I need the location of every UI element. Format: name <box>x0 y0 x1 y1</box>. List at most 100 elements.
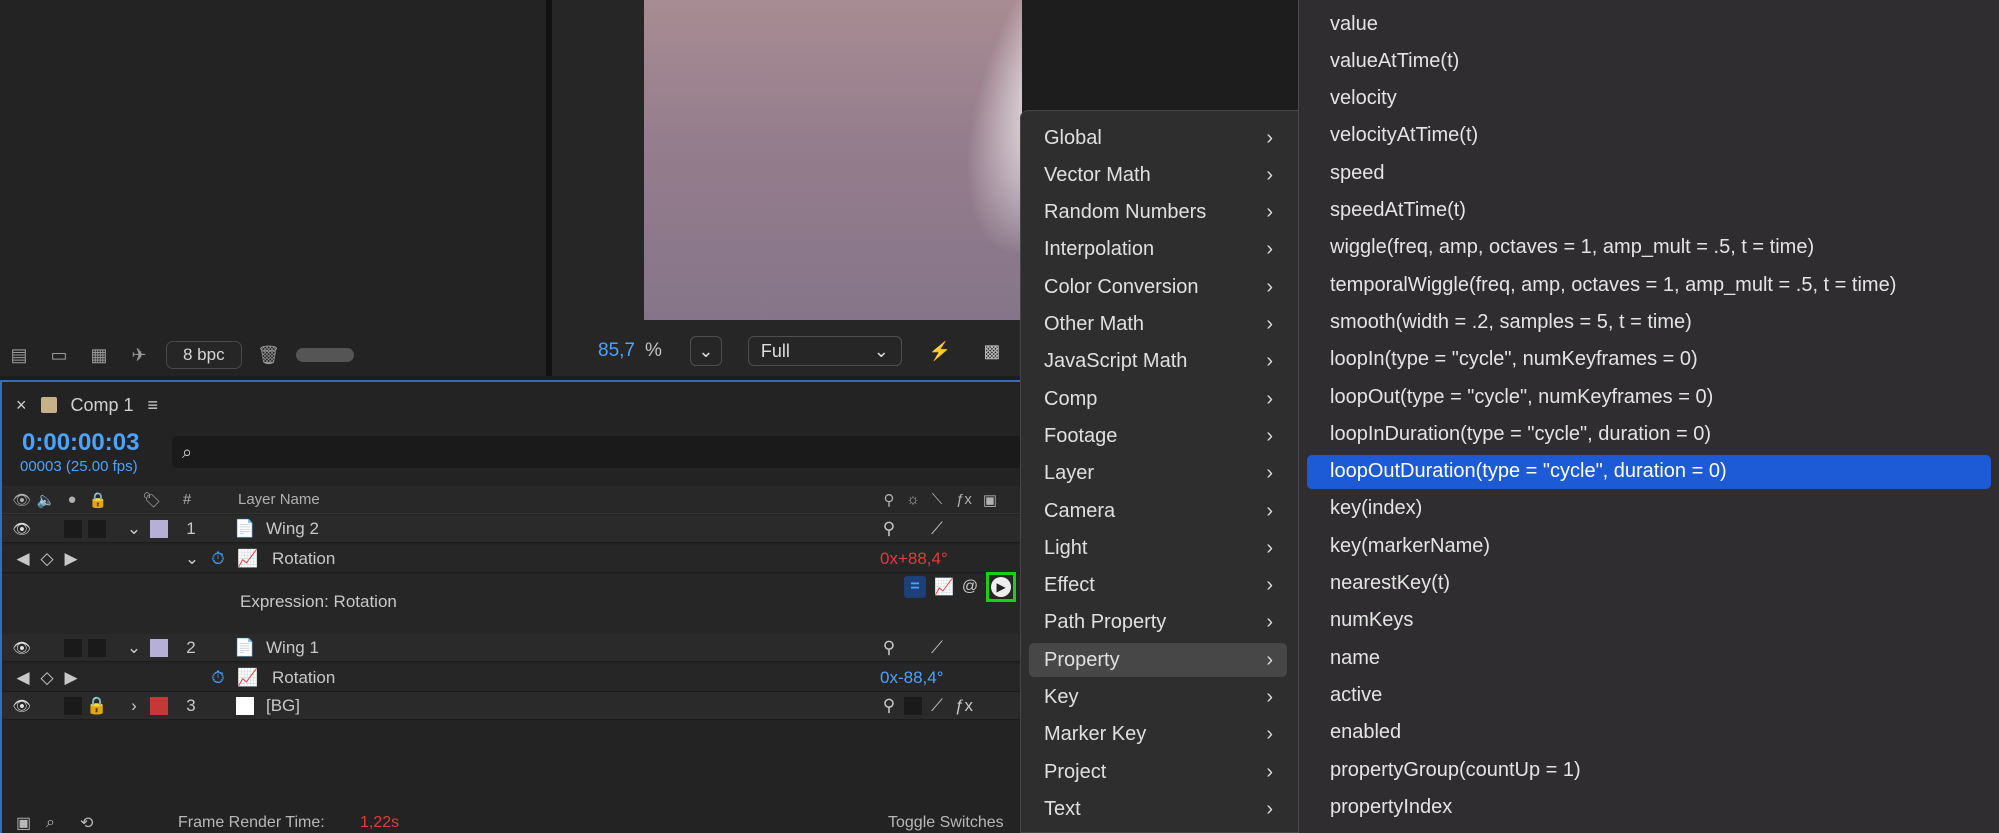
new-folder-icon[interactable]: ▭ <box>46 342 72 368</box>
solo-toggle[interactable] <box>64 638 82 657</box>
expression-language-menu-button[interactable]: ▶ <box>986 572 1017 602</box>
member-item[interactable]: loopIn(type = "cycle", numKeyframes = 0) <box>1307 343 1991 377</box>
property-row[interactable]: ◀ ◇ ▶ ⏱ 📈 Rotation 0x-88,4° <box>2 664 1022 692</box>
member-item[interactable]: speedAtTime(t) <box>1307 194 1991 228</box>
chevron-right-icon[interactable]: › <box>126 696 142 716</box>
property-row[interactable]: ◀ ◇ ▶ ⌄ ⏱ 📈 Rotation 0x+88,4° <box>2 545 1022 573</box>
category-item-other-math[interactable]: Other Math › <box>1029 308 1287 342</box>
frame-blending-column-icon[interactable]: ▣ <box>980 491 1000 509</box>
member-item[interactable]: key(index) <box>1307 492 1991 526</box>
member-item[interactable]: loopOutDuration(type = "cycle", duration… <box>1307 454 1991 489</box>
expression-graph-icon[interactable]: 📈 <box>934 577 954 597</box>
timeline-tab[interactable]: × Comp 1 ≡ <box>16 390 158 420</box>
lock-icon[interactable]: 🔒 <box>86 696 107 716</box>
member-item[interactable]: velocity <box>1307 82 1991 116</box>
expression-pickwhip-icon[interactable]: @ <box>962 578 978 596</box>
member-item[interactable]: name <box>1307 641 1991 675</box>
close-icon[interactable]: × <box>16 395 27 416</box>
expression-enable-icon[interactable]: = <box>904 576 926 598</box>
label-color[interactable] <box>150 519 168 538</box>
graph-icon[interactable]: 📈 <box>237 549 258 569</box>
label-color[interactable] <box>150 696 168 715</box>
member-item[interactable]: valueAtTime(t) <box>1307 44 1991 78</box>
visibility-icon[interactable]: 👁 <box>12 697 31 715</box>
transparency-grid-icon[interactable]: ▩ <box>978 337 1006 365</box>
member-item[interactable]: wiggle(freq, amp, octaves = 1, amp_mult … <box>1307 231 1991 265</box>
layer-name[interactable]: Wing 2 <box>266 519 319 539</box>
chevron-down-icon[interactable]: ⌄ <box>184 549 200 569</box>
label-color[interactable] <box>150 638 168 657</box>
member-item[interactable]: temporalWiggle(freq, amp, octaves = 1, a… <box>1307 268 1991 302</box>
quality-switch-icon[interactable]: ⟋ <box>928 519 946 539</box>
graph-icon[interactable]: 📈 <box>237 668 258 688</box>
solo-toggle[interactable] <box>64 519 82 538</box>
shy-switch-icon[interactable]: ⚲ <box>880 519 898 539</box>
member-item[interactable]: value <box>1307 7 1991 41</box>
category-item-global[interactable]: Global › <box>1029 121 1287 155</box>
quality-switch-icon[interactable]: ⟋ <box>928 638 946 658</box>
stopwatch-icon[interactable]: ⏱ <box>208 668 228 688</box>
category-item-javascript-math[interactable]: JavaScript Math › <box>1029 345 1287 379</box>
category-item-text[interactable]: Text › <box>1029 792 1287 826</box>
rotation-value[interactable]: 0x+88,4° <box>880 549 948 569</box>
render-info-icon[interactable]: ▣ <box>16 813 31 833</box>
fast-previews-icon[interactable]: ⚡ <box>926 337 954 365</box>
category-item-marker-key[interactable]: Marker Key › <box>1029 718 1287 752</box>
category-item-property[interactable]: Property › <box>1029 643 1287 678</box>
category-item-interpolation[interactable]: Interpolation › <box>1029 233 1287 267</box>
layer-row[interactable]: 👁 ⌄ 1 📄 Wing 2 ⚲ ⟋ <box>2 515 1022 543</box>
category-item-comp[interactable]: Comp › <box>1029 382 1287 416</box>
lock-column-icon[interactable]: 🔒 <box>89 491 108 509</box>
audio-column-icon[interactable]: 🔈 <box>37 491 56 509</box>
effects-column-icon[interactable]: ƒx <box>954 491 974 508</box>
layer-row[interactable]: 👁 ⌄ 2 📄 Wing 1 ⚲ ⟋ <box>2 634 1022 662</box>
composition-preview[interactable] <box>644 0 1022 320</box>
rotation-value[interactable]: 0x-88,4° <box>880 668 944 688</box>
collapse-toggle[interactable] <box>904 696 922 715</box>
category-item-camera[interactable]: Camera › <box>1029 494 1287 528</box>
member-item[interactable]: active <box>1307 678 1991 712</box>
next-keyframe-icon[interactable]: ▶ <box>64 668 78 688</box>
chevron-down-icon[interactable]: ⌄ <box>126 638 142 658</box>
rotation-degrees[interactable]: +88,4° <box>898 549 948 568</box>
category-item-project[interactable]: Project › <box>1029 755 1287 789</box>
eye-column-icon[interactable]: 👁 <box>12 491 31 509</box>
shy-column-icon[interactable]: ⚲ <box>880 491 898 509</box>
layer-name-column-header[interactable]: Layer Name <box>238 491 320 508</box>
effects-switch-icon[interactable]: ƒx <box>954 696 974 716</box>
current-time-display[interactable]: 0:00:00:03 <box>22 429 139 457</box>
shy-switch-icon[interactable]: ⚲ <box>880 638 898 658</box>
category-item-key[interactable]: Key › <box>1029 681 1287 715</box>
lock-toggle[interactable] <box>88 519 106 538</box>
rotation-degrees[interactable]: -88,4° <box>898 668 944 687</box>
member-item[interactable]: speed <box>1307 156 1991 190</box>
interpret-footage-icon[interactable]: ▤ <box>6 342 32 368</box>
member-item[interactable]: propertyIndex <box>1307 790 1991 824</box>
solo-toggle[interactable] <box>64 696 82 715</box>
lock-toggle[interactable] <box>88 638 106 657</box>
stopwatch-icon[interactable]: ⏱ <box>208 549 228 569</box>
toggle-switches-button[interactable]: Toggle Switches <box>888 814 1004 832</box>
category-item-light[interactable]: Light › <box>1029 531 1287 565</box>
graph-editor-icon[interactable]: ⟲ <box>80 813 93 833</box>
add-keyframe-icon[interactable]: ◇ <box>40 549 54 569</box>
solo-column-icon[interactable]: ● <box>64 491 80 508</box>
zoom-dropdown[interactable]: ⌄ <box>689 336 722 366</box>
layer-name[interactable]: [BG] <box>266 696 300 716</box>
category-item-footage[interactable]: Footage › <box>1029 419 1287 453</box>
category-item-vector-math[interactable]: Vector Math › <box>1029 158 1287 192</box>
visibility-icon[interactable]: 👁 <box>12 520 31 538</box>
member-item[interactable]: key(markerName) <box>1307 529 1991 563</box>
category-item-effect[interactable]: Effect › <box>1029 569 1287 603</box>
prev-keyframe-icon[interactable]: ◀ <box>16 549 30 569</box>
panel-menu-icon[interactable]: ≡ <box>148 395 159 416</box>
collapse-column-icon[interactable]: ☼ <box>904 491 922 508</box>
member-item[interactable]: nearestKey(t) <box>1307 567 1991 601</box>
visibility-icon[interactable]: 👁 <box>12 639 31 657</box>
category-item-random-numbers[interactable]: Random Numbers › <box>1029 196 1287 230</box>
member-item[interactable]: numKeys <box>1307 604 1991 638</box>
quality-column-icon[interactable]: ⟍ <box>928 491 946 508</box>
shy-switch-icon[interactable]: ⚲ <box>880 696 898 716</box>
layer-name[interactable]: Wing 1 <box>266 638 319 658</box>
layer-search-input[interactable]: ⌕ <box>172 436 1022 468</box>
